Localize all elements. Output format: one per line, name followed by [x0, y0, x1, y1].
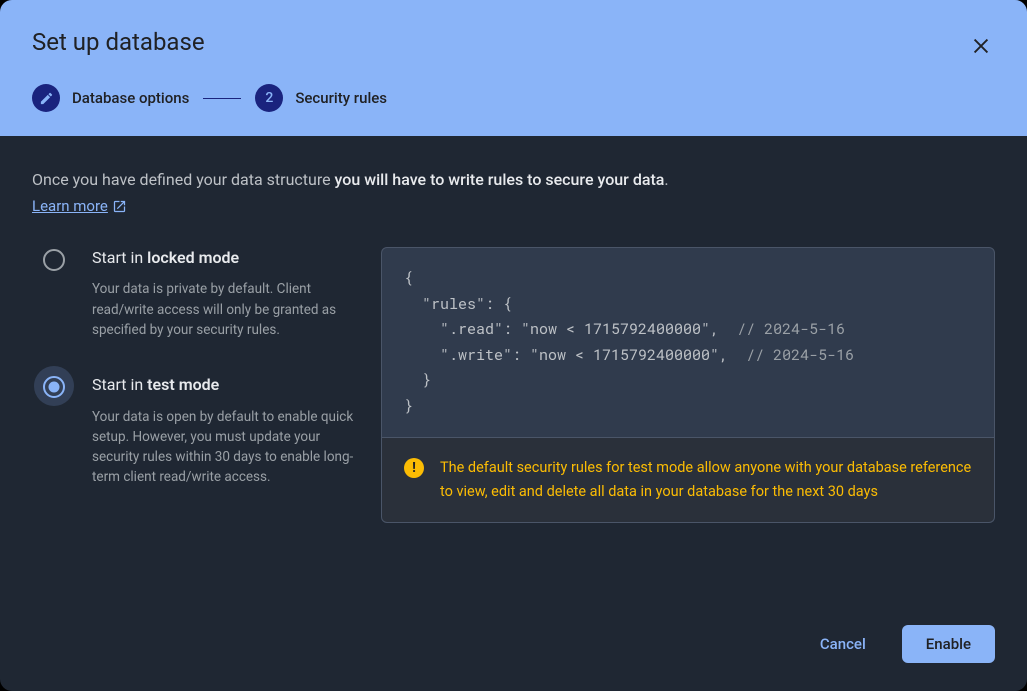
edit-icon: [32, 84, 60, 112]
dialog-header: Set up database Database options 2 Secur…: [0, 0, 1027, 136]
option-title: Start in test mode: [92, 374, 357, 396]
dialog-footer: Cancel Enable: [0, 607, 1027, 691]
open-in-new-icon: [112, 199, 127, 214]
close-button[interactable]: [963, 28, 999, 64]
step-database-options[interactable]: Database options: [32, 84, 189, 112]
close-icon: [970, 35, 992, 57]
step-label: Security rules: [295, 89, 387, 107]
intro-text: Once you have defined your data structur…: [32, 168, 995, 192]
stepper: Database options 2 Security rules: [32, 84, 995, 112]
radio-unchecked-icon: [43, 249, 65, 271]
option-description: Your data is private by default. Client …: [92, 279, 357, 340]
radio-wrapper: [34, 239, 74, 279]
rules-preview: { "rules": { ".read": "now < 17157924000…: [381, 247, 995, 523]
dialog-content: Once you have defined your data structur…: [0, 136, 1027, 607]
option-title: Start in locked mode: [92, 247, 357, 269]
step-label: Database options: [72, 89, 189, 107]
enable-button[interactable]: Enable: [902, 625, 995, 663]
setup-database-dialog: Set up database Database options 2 Secur…: [0, 0, 1027, 691]
radio-checked-icon: [43, 376, 65, 398]
dialog-title: Set up database: [32, 28, 995, 56]
warning-icon: !: [404, 458, 424, 478]
rules-code: { "rules": { ".read": "now < 17157924000…: [381, 247, 995, 438]
learn-more-link[interactable]: Learn more: [32, 197, 127, 215]
cancel-button[interactable]: Cancel: [796, 625, 890, 663]
step-connector: [203, 98, 241, 99]
warning-banner: ! The default security rules for test mo…: [381, 438, 995, 523]
radio-wrapper: [34, 366, 74, 406]
mode-options: Start in locked mode Your data is privat…: [32, 247, 357, 523]
step-number: 2: [255, 84, 283, 112]
option-description: Your data is open by default to enable q…: [92, 407, 357, 488]
option-test-mode[interactable]: Start in test mode Your data is open by …: [42, 374, 357, 487]
option-locked-mode[interactable]: Start in locked mode Your data is privat…: [42, 247, 357, 340]
option-text: Start in locked mode Your data is privat…: [92, 247, 357, 340]
options-body: Start in locked mode Your data is privat…: [32, 247, 995, 523]
warning-text: The default security rules for test mode…: [440, 456, 972, 504]
step-security-rules: 2 Security rules: [255, 84, 387, 112]
option-text: Start in test mode Your data is open by …: [92, 374, 357, 487]
